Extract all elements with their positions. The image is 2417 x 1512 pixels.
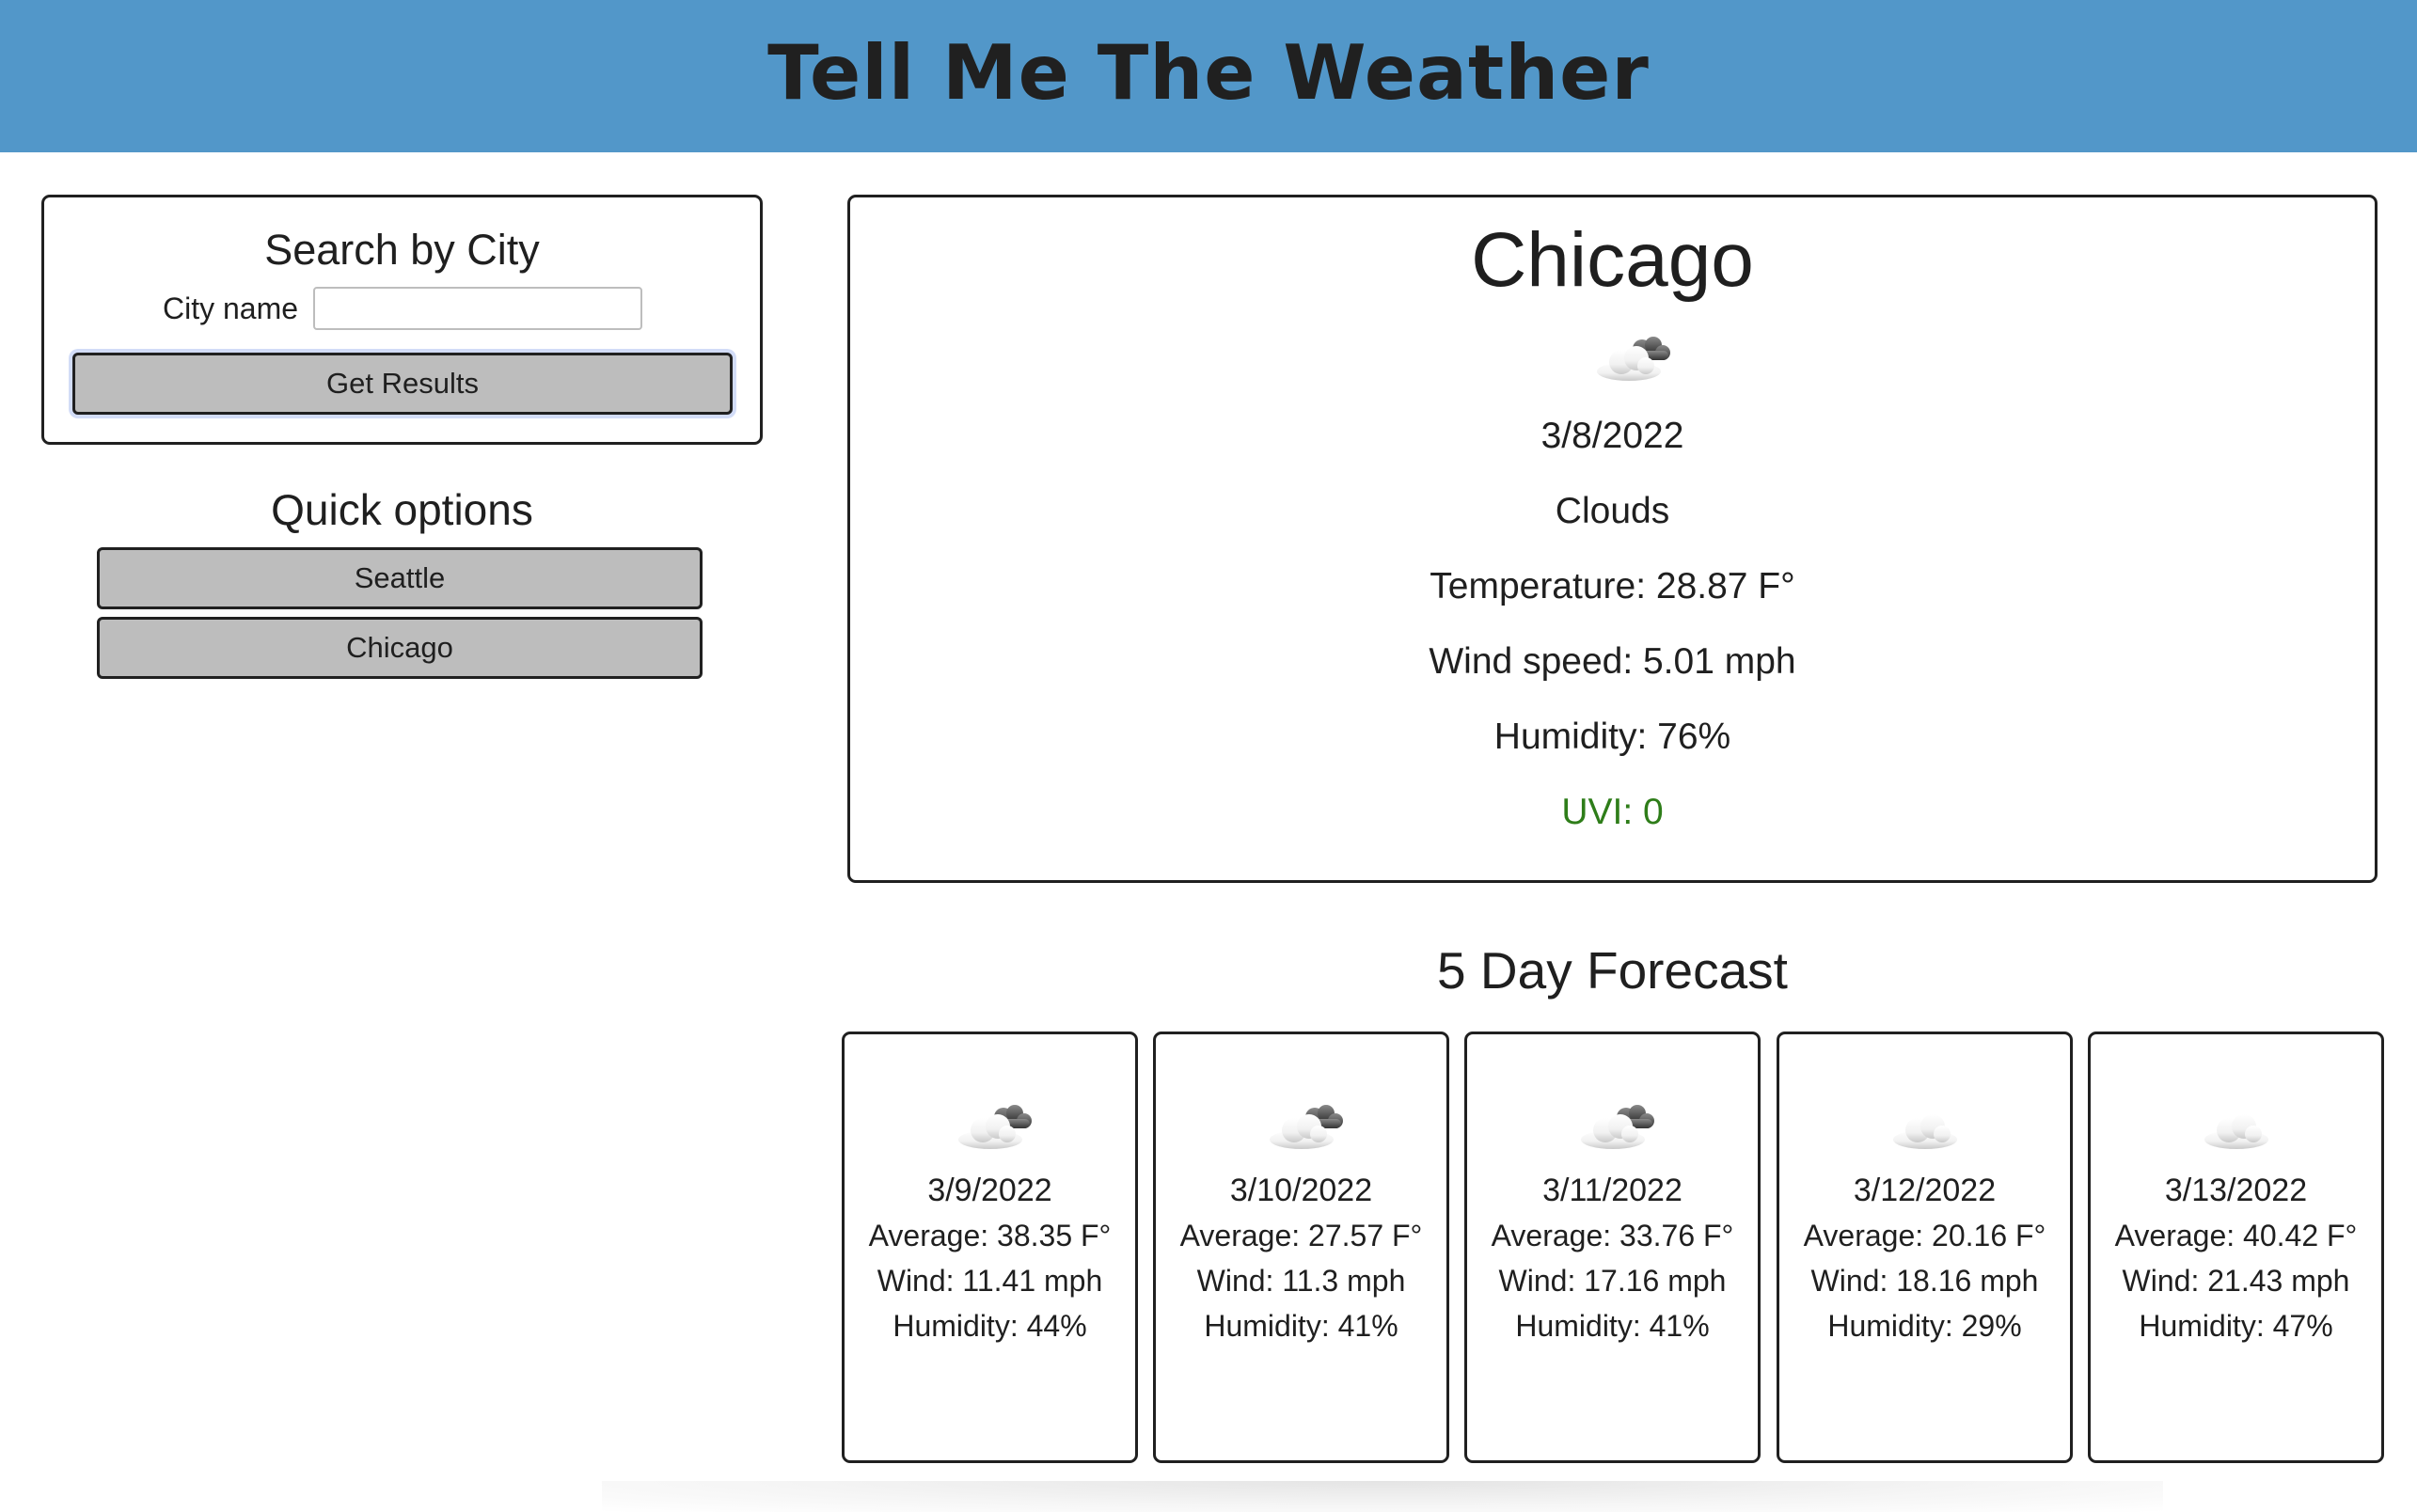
- forecast-date: 3/10/2022: [1229, 1173, 1373, 1208]
- scattered-clouds-icon: [1270, 1105, 1343, 1149]
- forecast-humidity: Humidity: 41%: [1204, 1309, 1398, 1343]
- forecast-date: 3/9/2022: [927, 1173, 1052, 1208]
- page-bottom-shadow: [602, 1481, 2163, 1512]
- forecast-humidity: Humidity: 44%: [893, 1309, 1087, 1343]
- current-condition: Clouds: [1555, 491, 1670, 531]
- cloud-icon: [2204, 1114, 2268, 1149]
- app-root: Tell Me The Weather Search by City City …: [0, 0, 2417, 1512]
- forecast-date: 3/11/2022: [1542, 1173, 1682, 1208]
- forecast-humidity: Humidity: 41%: [1515, 1309, 1710, 1343]
- forecast-wind: Wind: 11.3 mph: [1196, 1264, 1406, 1298]
- forecast-average: Average: 27.57 F°: [1179, 1219, 1423, 1252]
- city-name-label: City name: [163, 291, 299, 325]
- forecast-date: 3/12/2022: [1853, 1173, 1997, 1208]
- forecast-day-card: 3/12/2022 Average: 20.16 F° Wind: 18.16 …: [1777, 1032, 2073, 1463]
- quick-options-title: Quick options: [271, 485, 533, 534]
- forecast-day-card: 3/11/2022 Average: 33.76 F° Wind: 17.16 …: [1464, 1032, 1761, 1463]
- forecast-humidity: Humidity: 47%: [2139, 1309, 2333, 1343]
- forecast-average: Average: 38.35 F°: [868, 1219, 1112, 1252]
- get-results-button[interactable]: Get Results: [72, 353, 733, 415]
- forecast-humidity: Humidity: 29%: [1827, 1309, 2022, 1343]
- search-panel: Search by City City name Get Results: [41, 195, 763, 445]
- forecast-wind: Wind: 11.41 mph: [877, 1264, 1103, 1298]
- scattered-clouds-icon: [1581, 1105, 1654, 1149]
- forecast-day-card: 3/9/2022 Average: 38.35 F° Wind: 11.41 m…: [842, 1032, 1138, 1463]
- search-title: Search by City: [264, 226, 540, 274]
- forecast-title: 5 Day Forecast: [1437, 941, 1788, 1000]
- current-weather-card: Chicago 3/8/2022 Clouds Temperature: 28.…: [847, 195, 2378, 883]
- quick-option-chicago-button[interactable]: Chicago: [97, 617, 703, 679]
- forecast-day-card: 3/13/2022 Average: 40.42 F° Wind: 21.43 …: [2088, 1032, 2384, 1463]
- quick-option-seattle-button[interactable]: Seattle: [97, 547, 703, 609]
- cloud-icon: [1893, 1114, 1957, 1149]
- forecast-day-card: 3/10/2022 Average: 27.57 F° Wind: 11.3 m…: [1153, 1032, 1449, 1463]
- current-humidity: Humidity: 76%: [1493, 717, 1731, 757]
- app-title: Tell Me The Weather: [767, 28, 1650, 117]
- forecast-date: 3/13/2022: [2164, 1173, 2308, 1208]
- forecast-average: Average: 33.76 F°: [1491, 1219, 1734, 1252]
- scattered-clouds-icon: [1597, 337, 1670, 381]
- forecast-average: Average: 40.42 F°: [2114, 1219, 2358, 1252]
- forecast-average: Average: 20.16 F°: [1803, 1219, 2046, 1252]
- forecast-wind: Wind: 17.16 mph: [1498, 1264, 1727, 1298]
- scattered-clouds-icon: [958, 1105, 1032, 1149]
- app-header: Tell Me The Weather: [0, 0, 2417, 152]
- current-date: 3/8/2022: [1540, 416, 1684, 456]
- current-temperature: Temperature: 28.87 F°: [1430, 566, 1795, 606]
- current-uvi: UVI: 0: [1561, 792, 1664, 832]
- current-city-name: Chicago: [1471, 217, 1754, 303]
- city-name-input[interactable]: [313, 287, 642, 330]
- forecast-wind: Wind: 21.43 mph: [2122, 1264, 2350, 1298]
- forecast-wind: Wind: 18.16 mph: [1810, 1264, 2039, 1298]
- current-wind-speed: Wind speed: 5.01 mph: [1429, 641, 1796, 682]
